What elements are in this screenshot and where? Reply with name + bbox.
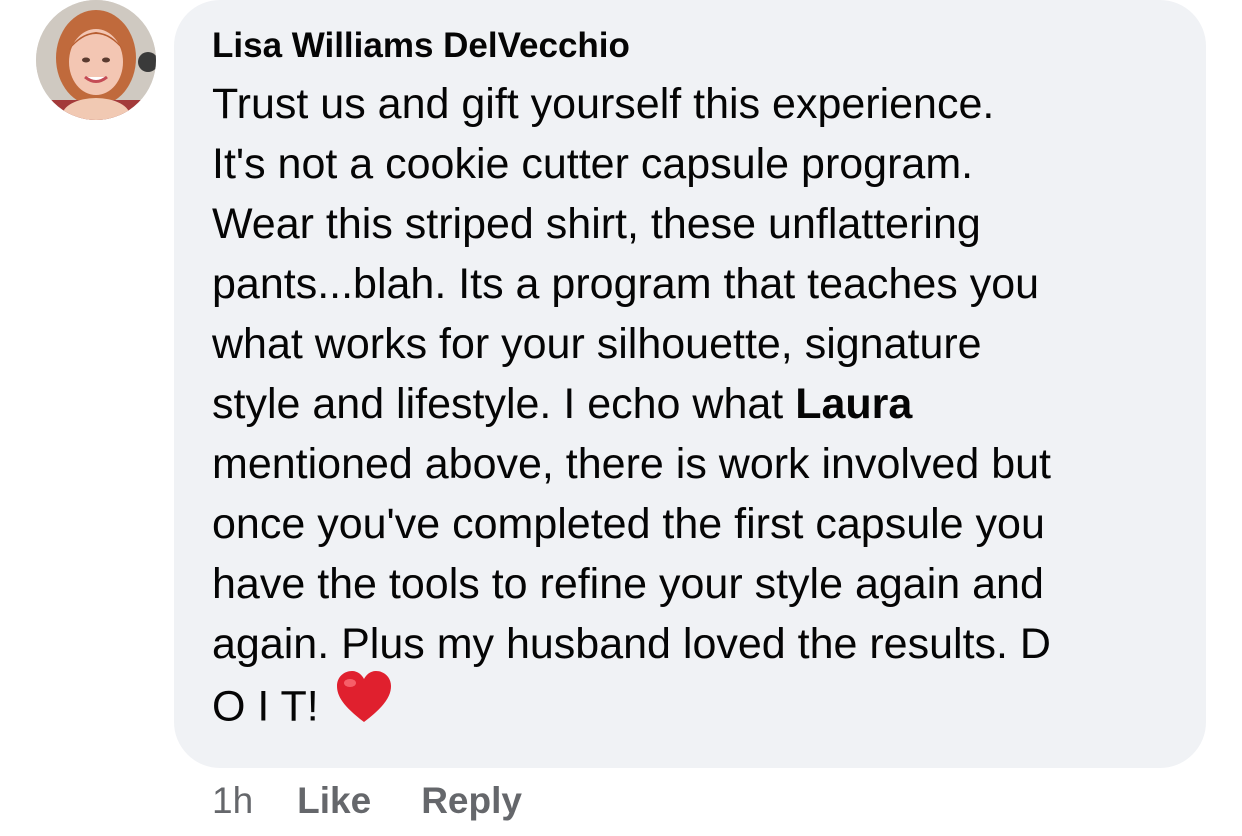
red-heart-emoji-icon [335,670,393,740]
comment-line: mentioned above, there is work involved … [212,440,1051,488]
comment-actions: 1h Like Reply [212,778,572,824]
comment-line: again. Plus my husband loved the results… [212,620,1051,668]
like-button[interactable]: Like [297,780,371,821]
comment-text: O I T! [212,682,331,731]
comment-line: have the tools to refine your style agai… [212,560,1044,608]
comment-body: Trust us and gift yourself this experien… [212,74,1182,734]
comment-line: Wear this striped shirt, these unflatter… [212,200,981,248]
comment-line: It's not a cookie cutter capsule program… [212,140,974,188]
comment-line: Trust us and gift yourself this experien… [212,80,995,128]
comment-author[interactable]: Lisa Williams DelVecchio [212,24,630,68]
comment-text: style and lifestyle. I echo what [212,380,796,428]
comment-line: once you've completed the first capsule … [212,500,1045,548]
avatar[interactable] [36,0,156,120]
reply-button[interactable]: Reply [421,780,522,821]
comment-line: pants...blah. Its a program that teaches… [212,260,1040,308]
comment-line-last: O I T! [212,671,1182,734]
comment-line: what works for your silhouette, signatur… [212,320,982,368]
mention-link[interactable]: Laura [795,380,912,428]
comment-timestamp[interactable]: 1h [212,780,253,821]
comment-line-with-mention: style and lifestyle. I echo what Laura [212,374,1182,434]
comment-view: Lisa Williams DelVecchio Trust us and gi… [0,0,1242,836]
profile-photo [36,0,156,120]
